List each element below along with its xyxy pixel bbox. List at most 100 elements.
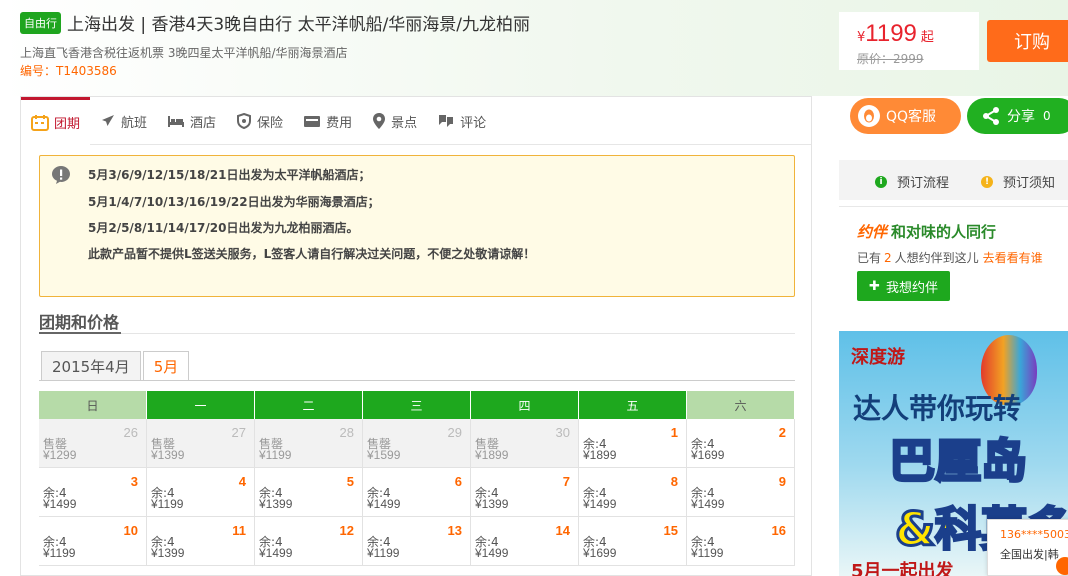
day-number: 7 [562, 474, 570, 489]
calendar-day-cell[interactable]: 7 余:4 ¥1399 [471, 468, 579, 517]
travel-buddy-heading: 和对味的人同行 [891, 223, 997, 241]
calendar-day-cell[interactable]: 9 余:4 ¥1499 [687, 468, 795, 517]
travel-buddy-box: 约伴 和对味的人同行 已有 2 人想约伴到这儿 去看看有谁 ✚ 我想约伴 [839, 206, 1068, 316]
day-price: ¥1499 [691, 497, 725, 511]
calendar-week-row: 10 余:4 ¥1199 11 余:4 ¥1399 12 余:4 ¥1499 13 余:4 ¥1199… [39, 517, 795, 566]
calendar-week-row: 26 售罄 ¥1299 27 售罄 ¥1399 28 售罄 ¥1199 29 售罄 ¥1599 30 售罄… [39, 419, 795, 468]
calendar-day-cell[interactable]: 10 余:4 ¥1199 [39, 517, 147, 566]
find-buddy-button[interactable]: ✚ 我想约伴 [857, 271, 950, 301]
main-panel: 团期 航班 酒店 保险 费用 景点 评论 5月3/6/9/12/15/18/21… [20, 96, 812, 576]
day-price: ¥1499 [367, 497, 401, 511]
calendar-weekday-header: 日 一 二 三 四 五 六 [39, 391, 795, 419]
banner-logo: 深度游 [851, 347, 905, 368]
qq-service-label: QQ客服 [886, 109, 937, 125]
section-divider [39, 333, 795, 334]
notice-line: 5月2/5/8/11/14/17/20日出发为九龙柏丽酒店。 [88, 221, 359, 235]
share-count: 0 [1043, 109, 1051, 123]
calendar-day-cell[interactable]: 8 余:4 ¥1499 [579, 468, 687, 517]
qq-penguin-icon [858, 105, 880, 127]
calendar-day-cell[interactable]: 16 余:4 ¥1199 [687, 517, 795, 566]
tab-label: 费用 [326, 115, 353, 131]
notice-line: 此款产品暂不提供L签送关服务，L签客人请自行解决过关问题，不便之处敬请谅解！ [88, 247, 536, 261]
day-number: 13 [447, 523, 462, 538]
day-number: 1 [670, 425, 678, 440]
tab-label: 保险 [257, 115, 284, 131]
plane-icon [102, 115, 115, 126]
tab-reviews[interactable]: 评论 [427, 97, 496, 145]
tab-flight[interactable]: 航班 [90, 97, 157, 145]
calendar-day-cell: 26 售罄 ¥1299 [39, 419, 147, 468]
popup-close-icon[interactable] [1056, 557, 1068, 575]
day-price: ¥1599 [367, 448, 401, 462]
price-box: ¥1199 起 原价：2999 [839, 12, 979, 70]
travel-buddy-text: 已有 2 人想约伴到这儿 去看看有谁 [857, 249, 1043, 266]
day-number: 5 [346, 474, 354, 489]
tab-label: 酒店 [190, 115, 217, 131]
day-number: 2 [778, 425, 786, 440]
booking-process-link[interactable]: i 预订流程 [875, 172, 949, 191]
book-button[interactable]: 订购 [987, 20, 1068, 62]
day-price: ¥1699 [691, 448, 725, 462]
product-title: 上海出发 | 香港4天3晚自由行 太平洋帆船/华丽海景/九龙柏丽 [67, 15, 531, 35]
day-number: 12 [339, 523, 354, 538]
weekday-wed: 三 [363, 391, 471, 419]
find-buddy-label: 我想约伴 [885, 280, 938, 296]
calendar-day-cell: 30 售罄 ¥1899 [471, 419, 579, 468]
calendar-day-cell[interactable]: 13 余:4 ¥1199 [363, 517, 471, 566]
day-price: ¥1199 [259, 448, 292, 462]
calendar-day-cell[interactable]: 12 余:4 ¥1499 [255, 517, 363, 566]
calendar-body: 26 售罄 ¥1299 27 售罄 ¥1399 28 售罄 ¥1199 29 售罄 ¥1599 30 售罄… [39, 419, 795, 566]
day-number: 29 [447, 425, 462, 440]
booking-info-bar: i 预订流程 ! 预订须知 [839, 160, 1068, 200]
travel-buddy-count: 2 [884, 251, 892, 265]
popup-phone: 136****5003 [1000, 528, 1068, 541]
warning-icon: ! [981, 175, 993, 188]
day-price: ¥1899 [475, 448, 509, 462]
booking-notice-link[interactable]: ! 预订须知 [981, 172, 1055, 191]
share-button[interactable]: 分享 0 [967, 98, 1068, 134]
tab-cost[interactable]: 费用 [293, 97, 362, 145]
weekday-sat: 六 [687, 391, 795, 419]
see-who-link[interactable]: 去看看有谁 [983, 251, 1043, 265]
product-number: 编号：T1403586 [20, 64, 117, 78]
day-number: 15 [663, 523, 678, 538]
tab-hotel[interactable]: 酒店 [157, 97, 226, 145]
notice-line: 5月1/4/7/10/13/16/19/22日出发为华丽海景酒店； [88, 195, 380, 209]
calendar-day-cell[interactable]: 2 余:4 ¥1699 [687, 419, 795, 468]
bed-icon [168, 116, 185, 127]
day-price: ¥1199 [367, 546, 400, 560]
wallet-icon [304, 116, 321, 127]
calendar-day-cell[interactable]: 11 余:4 ¥1399 [147, 517, 255, 566]
calendar-day-cell[interactable]: 14 余:4 ¥1499 [471, 517, 579, 566]
day-number: 4 [238, 474, 246, 489]
booking-notice-label: 预订须知 [1003, 176, 1056, 191]
tab-label: 航班 [121, 115, 148, 131]
calendar-day-cell: 28 售罄 ¥1199 [255, 419, 363, 468]
month-tab-may[interactable]: 5月 [142, 351, 190, 381]
tab-label: 评论 [460, 115, 487, 131]
day-number: 3 [130, 474, 138, 489]
calendar-day-cell[interactable]: 15 余:4 ¥1699 [579, 517, 687, 566]
calendar-day-cell[interactable]: 5 余:4 ¥1399 [255, 468, 363, 517]
day-number: 9 [778, 474, 786, 489]
month-tab-divider [39, 380, 795, 381]
price-calendar: 日 一 二 三 四 五 六 26 售罄 ¥1299 27 售罄 ¥1399 28 售罄 ¥119… [39, 391, 795, 566]
free-travel-tag: 自由行 [20, 11, 61, 34]
calendar-day-cell[interactable]: 4 余:4 ¥1199 [147, 468, 255, 517]
comment-icon [439, 115, 454, 127]
calendar-day-cell[interactable]: 3 余:4 ¥1499 [39, 468, 147, 517]
tab-insurance[interactable]: 保险 [226, 97, 293, 145]
month-tabs: 2015年4月 5月 [41, 351, 191, 381]
calendar-day-cell[interactable]: 6 余:4 ¥1499 [363, 468, 471, 517]
departure-notice: 5月3/6/9/12/15/18/21日出发为太平洋帆船酒店； 5月1/4/7/… [39, 155, 795, 297]
weekday-mon: 一 [147, 391, 255, 419]
day-number: 28 [339, 425, 354, 440]
qq-service-button[interactable]: QQ客服 [850, 98, 961, 134]
price-value: 1199 [865, 20, 917, 47]
tab-schedule[interactable]: 团期 [21, 97, 91, 145]
month-tab-april[interactable]: 2015年4月 [41, 351, 141, 381]
calendar-week-row: 3 余:4 ¥1499 4 余:4 ¥1199 5 余:4 ¥1399 6 余:4 ¥1499 7 余:4… [39, 468, 795, 517]
tab-sights[interactable]: 景点 [362, 97, 427, 145]
calendar-day-cell[interactable]: 1 余:4 ¥1899 [579, 419, 687, 468]
banner-footer: 5月一起出发 [851, 561, 954, 576]
